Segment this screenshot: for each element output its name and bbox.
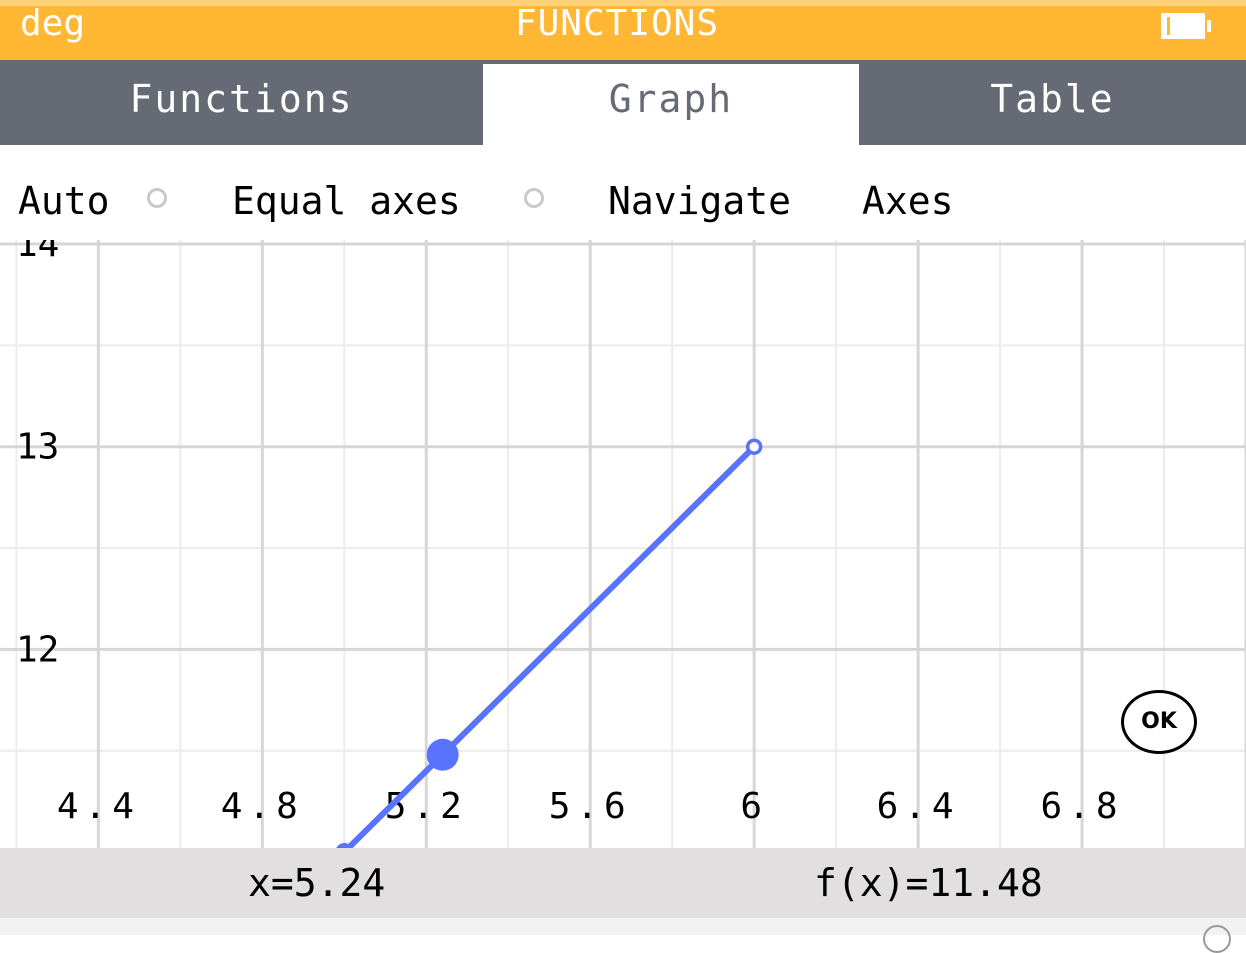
x-tick-label: 4.4 xyxy=(57,786,140,827)
app-title: FUNCTIONS xyxy=(514,3,720,44)
tick-labels: 4.4 4.8 5.2 5.6 6 6.4 6.8 14 13 12 xyxy=(16,240,1124,827)
fx-readout: f(x)=11.48 xyxy=(814,861,1043,905)
y-tick-label: 12 xyxy=(16,629,59,670)
ok-button[interactable]: OK xyxy=(1121,690,1197,754)
x-tick-label: 5.2 xyxy=(385,786,468,827)
bottom-strip xyxy=(0,918,1246,935)
x-tick-label: 6 xyxy=(740,786,768,827)
scroll-indicator-icon xyxy=(1203,925,1231,953)
x-tick-label: 5.6 xyxy=(549,786,632,827)
function-graph[interactable]: 4.4 4.8 5.2 5.6 6 6.4 6.8 14 13 12 xyxy=(0,240,1246,848)
graph-area[interactable]: 4.4 4.8 5.2 5.6 6 6.4 6.8 14 13 12 xyxy=(0,240,1246,848)
x-tick-label: 6.4 xyxy=(877,786,960,827)
axes-button[interactable]: Axes xyxy=(862,178,954,224)
y-tick-label: 13 xyxy=(16,427,59,468)
open-endpoint xyxy=(745,438,763,455)
auto-radio[interactable] xyxy=(147,188,167,208)
x-readout: x=5.24 xyxy=(248,861,386,905)
tab-graph[interactable]: Graph xyxy=(483,64,859,145)
grid-major xyxy=(0,240,1246,848)
y-tick-label: 14 xyxy=(16,240,59,265)
battery-icon xyxy=(1161,13,1211,39)
equal-axes-option-label[interactable]: Equal axes xyxy=(232,178,461,224)
graph-cursor xyxy=(426,738,459,771)
navigate-button[interactable]: Navigate xyxy=(608,178,791,224)
grid-minor xyxy=(0,240,1246,848)
x-tick-label: 4.8 xyxy=(221,786,304,827)
app-header: deg FUNCTIONS xyxy=(0,0,1246,60)
equal-axes-radio[interactable] xyxy=(524,188,544,208)
tab-functions[interactable]: Functions xyxy=(0,60,483,145)
ok-button-label[interactable]: OK xyxy=(1121,690,1197,754)
tab-table[interactable]: Table xyxy=(859,60,1246,145)
status-bar xyxy=(0,848,1246,918)
tab-bar: Functions Graph Table xyxy=(0,60,1246,145)
x-tick-label: 6.8 xyxy=(1041,786,1124,827)
auto-option-label[interactable]: Auto xyxy=(18,178,110,224)
